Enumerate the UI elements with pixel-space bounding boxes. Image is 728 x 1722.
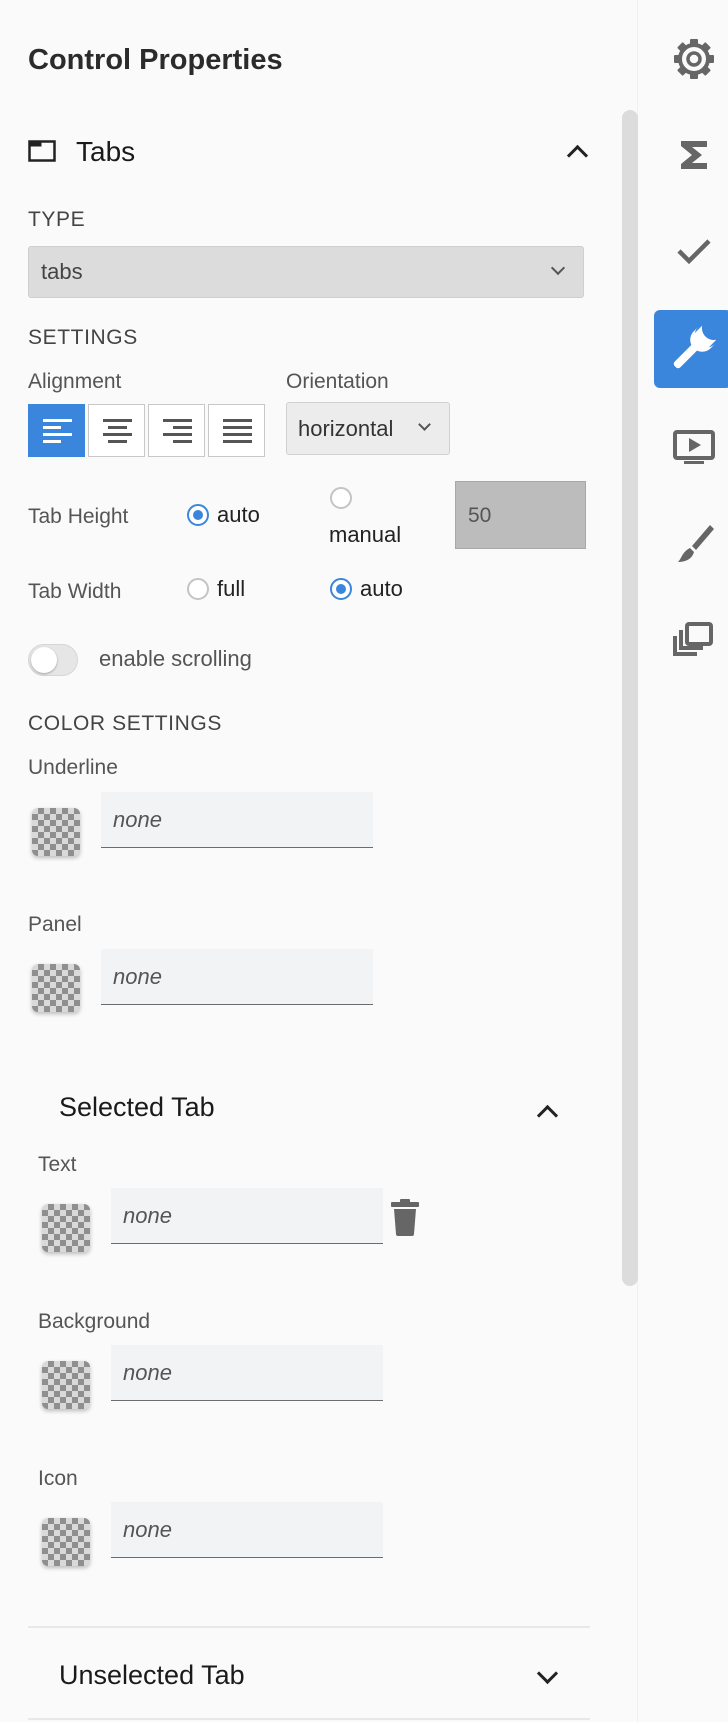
gear-icon xyxy=(674,39,714,79)
selected-icon-color-value: none xyxy=(123,1517,172,1542)
selected-icon-color-input[interactable]: none xyxy=(111,1502,383,1558)
sigma-icon xyxy=(681,141,707,169)
tab-height-auto-radio[interactable] xyxy=(187,504,209,526)
section-divider xyxy=(28,1626,590,1628)
unselected-tab-title[interactable]: Unselected Tab xyxy=(59,1660,245,1691)
trash-icon[interactable] xyxy=(390,1198,420,1236)
type-heading: TYPE xyxy=(28,208,86,231)
rail-settings-button[interactable] xyxy=(654,20,728,98)
align-right-button[interactable] xyxy=(148,404,205,457)
layers-icon xyxy=(673,622,713,656)
tab-width-auto-label[interactable]: auto xyxy=(360,576,403,602)
tab-width-auto-radio[interactable] xyxy=(330,578,352,600)
panel-scrollbar[interactable] xyxy=(622,110,638,1286)
selected-icon-color-swatch[interactable] xyxy=(42,1518,90,1566)
rail-formula-button[interactable] xyxy=(654,116,728,194)
rail-validation-button[interactable] xyxy=(654,212,728,290)
orientation-value: horizontal xyxy=(298,416,394,441)
tab-height-label: Tab Height xyxy=(28,505,129,528)
underline-label: Underline xyxy=(28,756,118,779)
rail-style-button[interactable] xyxy=(654,505,728,583)
tab-height-manual-label[interactable]: manual xyxy=(329,522,401,548)
section-divider xyxy=(28,1718,590,1720)
tab-height-manual-value: 50 xyxy=(468,504,492,527)
chevron-down-icon[interactable] xyxy=(536,1662,559,1685)
align-justify-icon xyxy=(223,419,252,447)
toggle-knob xyxy=(31,647,57,673)
tab-window-icon xyxy=(28,140,56,162)
panel-color-input[interactable]: none xyxy=(101,949,373,1005)
align-center-button[interactable] xyxy=(88,404,145,457)
selected-background-color-input[interactable]: none xyxy=(111,1345,383,1401)
rail-properties-button[interactable] xyxy=(654,310,728,388)
tab-width-full-radio[interactable] xyxy=(187,578,209,600)
selected-background-color-value: none xyxy=(123,1360,172,1385)
panel-color-swatch[interactable] xyxy=(32,964,80,1012)
chevron-down-icon xyxy=(550,260,566,276)
chevron-up-icon[interactable] xyxy=(536,1104,559,1127)
selected-tab-title[interactable]: Selected Tab xyxy=(59,1092,215,1123)
wrench-icon xyxy=(673,325,717,369)
rail-layers-button[interactable] xyxy=(654,602,728,680)
align-justify-button[interactable] xyxy=(208,404,265,457)
panel-title: Control Properties xyxy=(28,44,283,76)
chevron-down-icon xyxy=(418,418,431,431)
tab-height-manual-radio[interactable] xyxy=(330,487,352,509)
tabs-section-header[interactable]: Tabs xyxy=(28,130,589,174)
brush-icon xyxy=(678,525,714,562)
selected-text-label: Text xyxy=(38,1153,77,1176)
play-screen-icon xyxy=(673,430,715,464)
control-properties-panel: Control Properties Tabs TYPE tabs SETTIN… xyxy=(0,0,638,1722)
alignment-label: Alignment xyxy=(28,370,122,393)
checkmark-icon xyxy=(677,239,711,265)
selected-text-color-value: none xyxy=(123,1203,172,1228)
type-select[interactable]: tabs xyxy=(28,246,584,298)
type-select-value: tabs xyxy=(41,259,83,284)
selected-icon-label: Icon xyxy=(38,1467,78,1490)
underline-color-input[interactable]: none xyxy=(101,792,373,848)
panel-color-value: none xyxy=(113,964,162,989)
orientation-select[interactable]: horizontal xyxy=(286,402,450,455)
tab-width-full-label[interactable]: full xyxy=(217,576,245,602)
orientation-label: Orientation xyxy=(286,370,389,393)
align-left-icon xyxy=(43,419,72,447)
underline-color-value: none xyxy=(113,807,162,832)
align-left-button[interactable] xyxy=(28,404,85,457)
color-settings-heading: COLOR SETTINGS xyxy=(28,712,222,735)
panel-label: Panel xyxy=(28,913,82,936)
selected-background-label: Background xyxy=(38,1310,151,1333)
rail-preview-button[interactable] xyxy=(654,408,728,486)
selected-text-color-input[interactable]: none xyxy=(111,1188,383,1244)
enable-scrolling-label: enable scrolling xyxy=(99,646,252,671)
align-center-icon xyxy=(103,419,132,447)
enable-scrolling-toggle[interactable] xyxy=(28,644,78,676)
chevron-up-icon[interactable] xyxy=(566,144,589,167)
underline-color-swatch[interactable] xyxy=(32,808,80,856)
settings-heading: SETTINGS xyxy=(28,326,138,349)
align-right-icon xyxy=(163,419,192,447)
selected-background-color-swatch[interactable] xyxy=(42,1361,90,1409)
tab-height-manual-input: 50 xyxy=(455,481,586,549)
selected-text-color-swatch[interactable] xyxy=(42,1204,90,1252)
section-title: Tabs xyxy=(76,136,136,167)
tab-width-label: Tab Width xyxy=(28,580,122,603)
tab-height-auto-label[interactable]: auto xyxy=(217,502,260,528)
